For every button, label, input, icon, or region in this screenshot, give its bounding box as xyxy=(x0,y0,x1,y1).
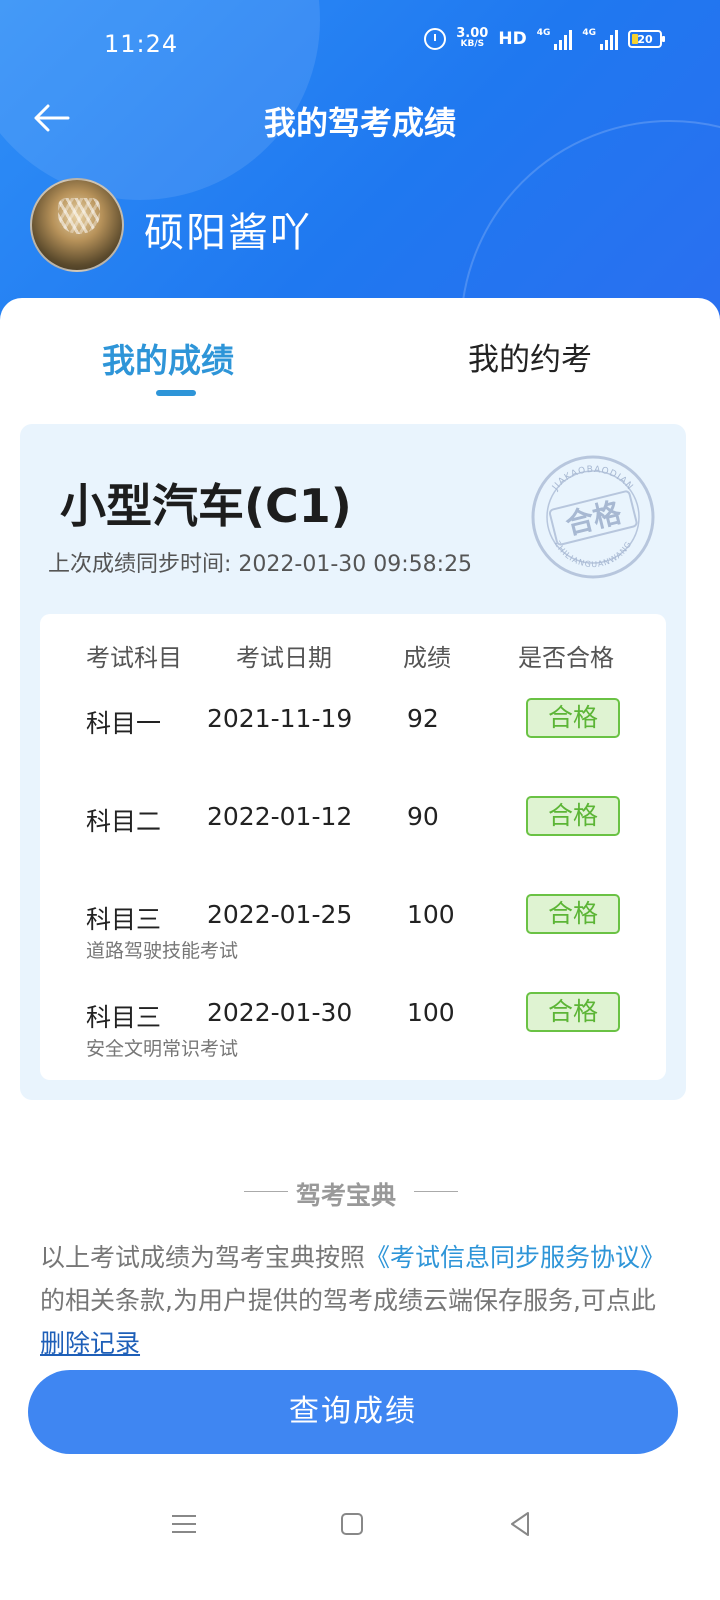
signal-icon: 4G xyxy=(537,28,573,50)
status-icons: 3.00 KB/S HD 4G 4G 20 xyxy=(424,26,665,50)
network-type-label: 4G xyxy=(582,28,596,38)
disclaimer-text: 的相关条款,为用户提供的驾考成绩云端保存服务,可点此 xyxy=(40,1286,656,1315)
network-speed-value: 3.00 xyxy=(456,26,489,41)
row-score: 90 xyxy=(407,802,439,831)
divider-line xyxy=(414,1191,458,1192)
row-date: 2022-01-30 xyxy=(207,998,353,1027)
delete-record-link[interactable]: 删除记录 xyxy=(40,1329,140,1358)
page-title: 我的驾考成绩 xyxy=(263,104,456,142)
avatar[interactable] xyxy=(30,178,124,272)
divider-line xyxy=(244,1191,288,1192)
row-date: 2021-11-19 xyxy=(207,704,353,733)
row-score: 92 xyxy=(407,704,439,733)
back-nav-icon[interactable] xyxy=(502,1506,538,1542)
disclaimer: 以上考试成绩为驾考宝典按照《考试信息同步服务协议》的相关条款,为用户提供的驾考成… xyxy=(40,1236,680,1365)
tab-my-scores[interactable]: 我的成绩 xyxy=(102,334,234,382)
table-header-score: 成绩 xyxy=(403,644,451,672)
menu-icon[interactable] xyxy=(166,1506,202,1542)
pass-stamp-icon: JIAKAOBAODIAN ZHILIANGUANWANG 合格 xyxy=(531,455,655,579)
row-subject: 科目二 xyxy=(86,807,162,836)
row-score: 100 xyxy=(407,998,455,1027)
signal-icon: 4G xyxy=(582,28,618,50)
row-date: 2022-01-12 xyxy=(207,802,353,831)
row-score: 100 xyxy=(407,900,455,929)
disclaimer-text: 以上考试成绩为驾考宝典按照 xyxy=(40,1243,366,1272)
stamp-text: 合格 xyxy=(562,495,625,541)
status-bar: 11:24 3.00 KB/S HD 4G 4G 20 xyxy=(0,0,720,90)
row-note: 道路驾驶技能考试 xyxy=(86,940,239,962)
pass-badge: 合格 xyxy=(526,992,620,1032)
table-header-date: 考试日期 xyxy=(236,644,332,672)
pass-badge: 合格 xyxy=(526,894,620,934)
row-subject: 科目一 xyxy=(86,709,162,738)
tab-indicator xyxy=(156,390,196,396)
battery-level: 20 xyxy=(637,32,653,46)
username: 硕阳酱吖 xyxy=(144,210,312,256)
network-type-label: 4G xyxy=(536,28,551,38)
stamp-top-text: JIAKAOBAODIAN xyxy=(550,465,634,493)
pass-badge: 合格 xyxy=(526,698,620,738)
svg-text:JIAKAOBAODIAN: JIAKAOBAODIAN xyxy=(550,465,635,493)
row-subject: 科目三 xyxy=(86,1003,162,1032)
hd-icon: HD xyxy=(498,29,527,49)
row-note: 安全文明常识考试 xyxy=(86,1038,239,1060)
status-time: 11:24 xyxy=(104,30,179,58)
network-speed-unit: KB/S xyxy=(460,39,485,49)
alarm-icon xyxy=(424,28,447,50)
row-date: 2022-01-25 xyxy=(207,900,353,929)
network-speed: 3.00 KB/S xyxy=(456,26,489,50)
home-icon[interactable] xyxy=(334,1506,370,1542)
sync-time: 上次成绩同步时间: 2022-01-30 09:58:25 xyxy=(48,552,473,577)
query-scores-button[interactable]: 查询成绩 xyxy=(28,1370,678,1454)
brand-name: 驾考宝典 xyxy=(296,1181,397,1210)
table-header-result: 是否合格 xyxy=(518,644,614,672)
brand-divider: 驾考宝典 xyxy=(240,1176,460,1210)
pass-badge: 合格 xyxy=(526,796,620,836)
system-nav-bar xyxy=(0,1490,720,1560)
battery-icon: 20 xyxy=(628,30,665,48)
table-header-subject: 考试科目 xyxy=(86,644,182,672)
tab-my-appointments[interactable]: 我的约考 xyxy=(468,334,592,379)
license-type: 小型汽车(C1) xyxy=(60,479,352,533)
row-subject: 科目三 xyxy=(86,905,162,934)
service-agreement-link[interactable]: 《考试信息同步服务协议》 xyxy=(365,1243,665,1272)
